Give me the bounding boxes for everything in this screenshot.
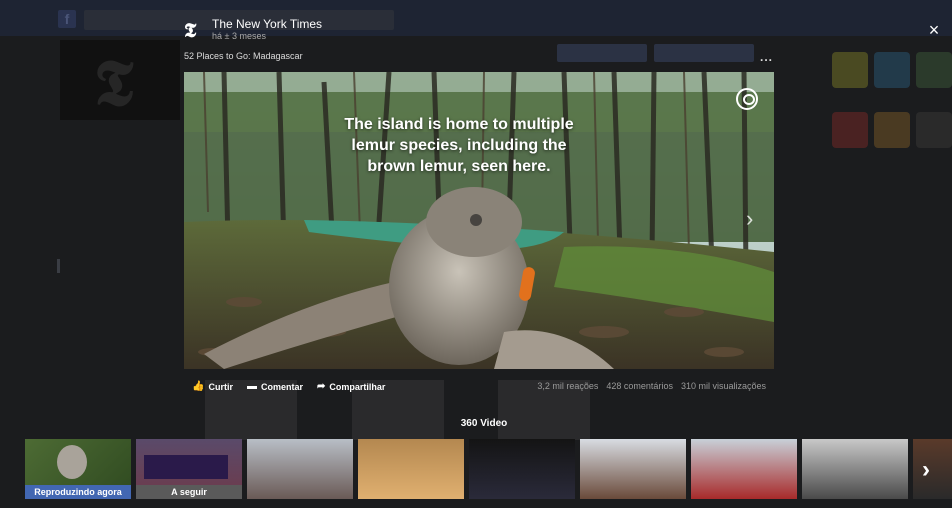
playlist-item[interactable] [802, 439, 908, 499]
background-thumbnail [874, 52, 910, 88]
chevron-right-icon[interactable]: › [922, 456, 944, 483]
comment-label: Comentar [260, 381, 303, 392]
facebook-logo-icon: f [58, 10, 76, 28]
background-thumbnail [916, 52, 952, 88]
playlist-item[interactable]: Reproduzindo agora [25, 439, 131, 499]
playlist-item[interactable] [691, 439, 797, 499]
video-caption: The island is home to multiple lemur spe… [344, 116, 574, 175]
up-next-label: A seguir [136, 485, 242, 499]
comments-count[interactable]: 428 comentários [606, 381, 673, 391]
video-player[interactable]: The island is home to multiple lemur spe… [184, 72, 774, 369]
video-title: 52 Places to Go: Madagascar [184, 51, 303, 61]
background-sidebar-marker [57, 259, 60, 273]
playlist-title: 360 Video [460, 418, 508, 429]
share-button[interactable]: ➦ Compartilhar [317, 381, 385, 392]
playlist-item[interactable] [580, 439, 686, 499]
background-thumbnail [874, 112, 910, 148]
playlist-item[interactable] [469, 439, 575, 499]
share-label: Compartilhar [329, 381, 386, 392]
playlist-item[interactable] [247, 439, 353, 499]
nyt-logo-icon[interactable]: 𝕿 [184, 18, 204, 42]
background-button [557, 44, 647, 62]
views-count: 310 mil visualizações [680, 381, 766, 391]
reactions-count[interactable]: 3,2 mil reações [537, 381, 598, 391]
background-page-logo: 𝕿 [60, 40, 180, 121]
like-button[interactable]: 👍 Curtir [192, 381, 233, 392]
background-button [654, 44, 754, 62]
page: f 𝕿 × 𝕿 The New York Times há ± 3 meses … [0, 0, 952, 508]
playlist-item[interactable]: A seguir [136, 439, 242, 499]
background-thumbnail [916, 112, 952, 148]
publisher-name[interactable]: The New York Times [212, 17, 322, 31]
background-thumbnail [832, 52, 868, 88]
background-thumbnail [832, 112, 868, 148]
360-view-icon[interactable] [736, 88, 758, 110]
share-icon: ➦ [316, 381, 326, 392]
chevron-right-icon[interactable]: › [746, 206, 764, 231]
action-bar: 👍 Curtir ▬ Comentar ➦ Compartilhar [192, 381, 385, 392]
now-playing-label: Reproduzindo agora [25, 485, 131, 499]
engagement-stats: 3,2 mil reações 428 comentários 310 mil … [537, 381, 766, 391]
post-timestamp[interactable]: há ± 3 meses [212, 31, 266, 41]
thumbs-up-icon: 👍 [192, 381, 205, 392]
more-options-icon[interactable]: ... [760, 50, 773, 64]
comment-button[interactable]: ▬ Comentar [247, 381, 303, 392]
playlist-item[interactable] [358, 439, 464, 499]
comment-icon: ▬ [246, 381, 257, 392]
like-label: Curtir [208, 381, 233, 392]
close-icon[interactable]: × [926, 21, 942, 39]
